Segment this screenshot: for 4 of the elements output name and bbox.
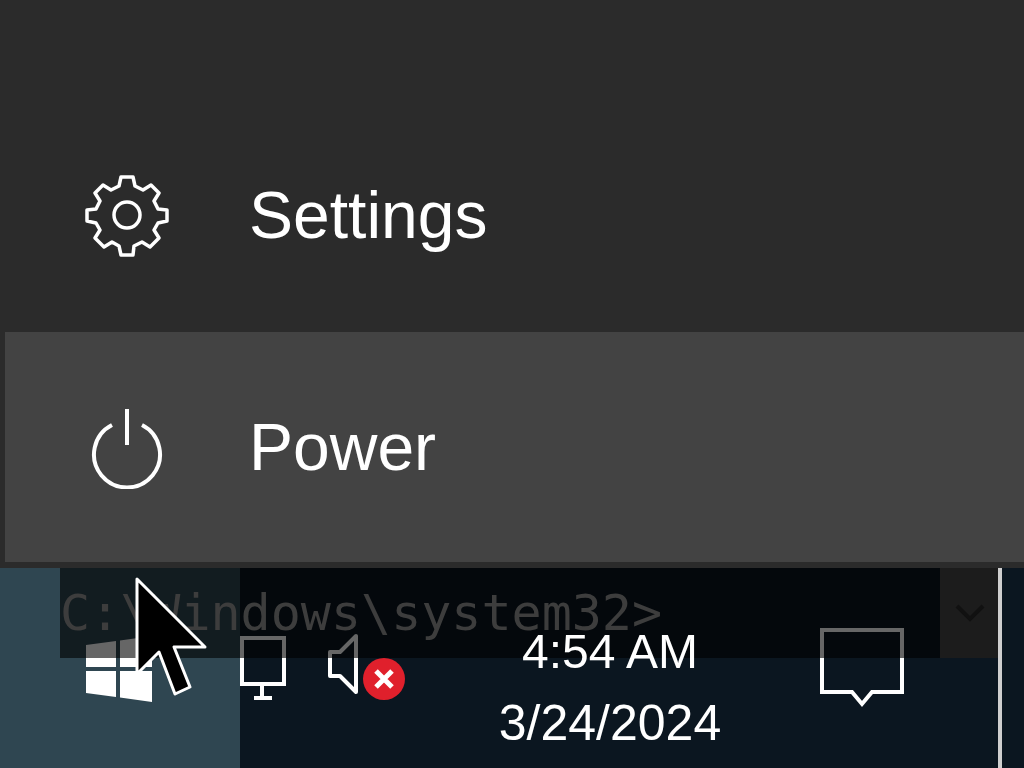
gear-icon [85, 173, 169, 257]
notification-icon[interactable] [820, 628, 904, 708]
clock-date[interactable]: 3/24/2024 [498, 698, 722, 748]
menu-item[interactable]: Power [5, 332, 1024, 562]
